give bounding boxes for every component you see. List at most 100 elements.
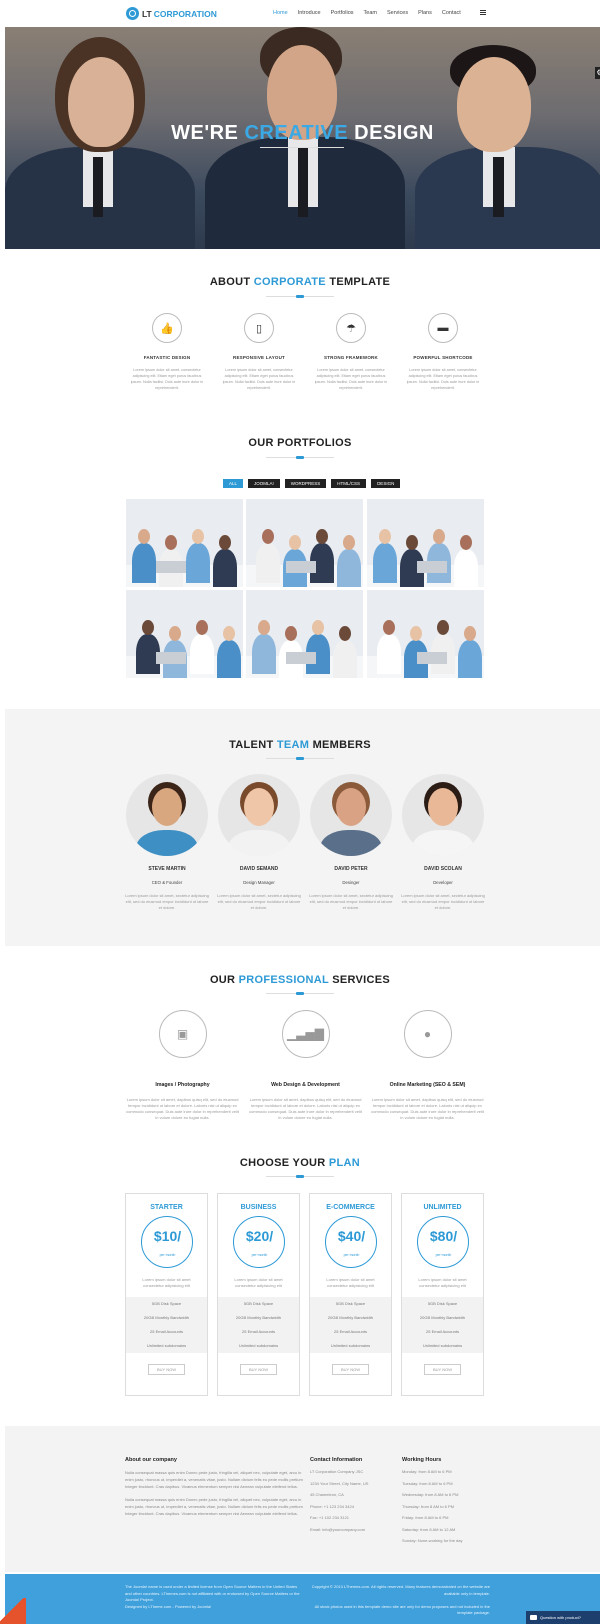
member-shirt	[228, 830, 290, 856]
person-body	[333, 640, 357, 678]
designer-credit-link[interactable]: Designed by LTheme.com - Powered by Joom…	[125, 1604, 211, 1609]
footer-about-heading: About our company	[125, 1457, 177, 1463]
person-head	[406, 535, 418, 550]
feature-text: Lorem ipsum dolor sit amet, consectetur …	[130, 368, 204, 390]
logo[interactable]: LT CORPORATION	[126, 6, 217, 21]
nav-item-home[interactable]: Home	[273, 10, 288, 16]
plan-feature: 25 Email Accounts	[334, 1329, 367, 1334]
person-head	[138, 529, 150, 544]
member-face	[336, 788, 366, 826]
portfolio-image[interactable]	[367, 590, 484, 678]
member-role: CEO & Founder	[151, 880, 183, 885]
buy-now-button[interactable]: BUY NOW	[331, 1364, 370, 1375]
about-section-title: ABOUT CORPORATE TEMPLATE	[0, 276, 600, 288]
hours-line: Friday: from 8 AM to 6 PM	[402, 1515, 449, 1520]
portfolio-filters: ALL JOOMLA! WORDPRESS HTML/CSS DESIGN	[223, 479, 401, 488]
footer-contact-heading: Contact Information	[310, 1457, 363, 1463]
laptop	[156, 561, 186, 573]
portfolio-image[interactable]	[126, 499, 243, 587]
member-shirt	[412, 830, 474, 856]
plan-description: Lorem ipsum dolor sit amet consectetur a…	[142, 1277, 191, 1288]
logo-text-corporation: CORPORATION	[153, 8, 217, 19]
section-divider	[266, 757, 334, 760]
chat-label: Question with product?	[540, 1615, 581, 1620]
service-item: ▁▃▅▇ Web Design & Development Lorem ipsum …	[248, 1010, 363, 1121]
filter-design[interactable]: DESIGN	[371, 479, 401, 488]
nav-item-portfolios[interactable]: Portfolios	[331, 10, 354, 16]
contact-line: Email: info@yourcompany.com	[310, 1526, 366, 1532]
filter-joomla[interactable]: JOOMLA!	[248, 479, 280, 488]
hero-tie	[93, 157, 103, 217]
title-accent: CORPORATE	[253, 276, 326, 288]
portfolio-image[interactable]	[246, 590, 363, 678]
person-head	[165, 535, 177, 550]
nav-item-contact[interactable]: Contact	[442, 10, 461, 16]
footer-contact-list: LT Corporation Company JSC 1234 Your Stre…	[310, 1466, 395, 1535]
footer: About our company Nulla consequat massa …	[5, 1426, 600, 1572]
member-photo[interactable]	[218, 774, 300, 856]
footer-about: About our company Nulla consequat massa …	[125, 1457, 305, 1517]
nav-item-introduce[interactable]: Introduce	[298, 10, 321, 16]
buy-now-button[interactable]: BUY NOW	[423, 1364, 462, 1375]
person-head	[343, 535, 355, 550]
plans-section-title: CHOOSE YOUR PLAN	[0, 1157, 600, 1169]
person-head	[142, 620, 154, 635]
service-text: Lorem ipsum dolor sit amet, dapibus quis…	[371, 1097, 484, 1120]
person-head	[219, 535, 231, 550]
title-post: SERVICES	[332, 974, 391, 986]
member-photo[interactable]	[126, 774, 208, 856]
copyright-text: Copyright © 2013 LThemes.com. All rights…	[311, 1584, 490, 1596]
person-head	[192, 529, 204, 544]
person-head	[379, 529, 391, 544]
plan-feature: 5GB Disk Space	[151, 1301, 182, 1306]
hamburger-menu-icon[interactable]	[480, 10, 486, 15]
section-divider	[266, 456, 334, 459]
feature-text: Lorem ipsum dolor sit amet, consectetur …	[406, 368, 480, 390]
plan-card: UNLIMITED $80/per month Lorem ipsum dolor …	[401, 1193, 484, 1396]
filter-wordpress[interactable]: WORDPRESS	[284, 479, 327, 488]
tablet-icon: ▯	[244, 313, 274, 343]
contact-line: LT Corporation Company JSC	[310, 1469, 364, 1474]
portfolio-image[interactable]	[246, 499, 363, 587]
hours-line: Wednesday: from 8 AM to 6 PM	[402, 1492, 459, 1497]
chat-widget[interactable]: Question with product?	[526, 1611, 600, 1624]
hero-title-pre: WE'RE	[171, 122, 239, 144]
feature-title: STRONG FRAMEWORK	[324, 355, 378, 360]
member-face	[428, 788, 458, 826]
title-post: PORTFOLIOS	[277, 437, 352, 449]
footer-contact: Contact Information LT Corporation Compa…	[310, 1457, 395, 1535]
team-member: DAVID SCOLAN Developer Lorem ipsum dolor s…	[401, 774, 485, 911]
member-photo[interactable]	[402, 774, 484, 856]
filter-all[interactable]: ALL	[223, 479, 244, 488]
portfolio-image[interactable]	[126, 590, 243, 678]
filter-htmlcss[interactable]: HTML/CSS	[331, 479, 367, 488]
portfolio-image[interactable]	[367, 499, 484, 587]
chat-icon	[530, 1615, 537, 1620]
buy-now-button[interactable]: BUY NOW	[239, 1364, 278, 1375]
title-accent: PROFESSIONAL	[238, 974, 329, 986]
contact-line: 45 Chameleon, CA	[310, 1492, 344, 1497]
plan-feature: Unlimited subdomains	[238, 1343, 279, 1348]
feature-text: Lorem ipsum dolor sit amet, consectetur …	[222, 368, 296, 390]
person-body	[377, 634, 401, 674]
feature-title: RESPONSIVE LAYOUT	[233, 355, 285, 360]
contact-line: Fax: +1 102 234 3121	[310, 1515, 350, 1520]
plan-feature: 5GB Disk Space	[335, 1301, 366, 1306]
feature-item: 👍 FANTASTIC DESIGN Lorem ipsum dolor sit a…	[127, 313, 207, 391]
buy-now-button[interactable]: BUY NOW	[147, 1364, 186, 1375]
person-body	[252, 634, 276, 674]
title-post: MEMBERS	[312, 739, 371, 751]
plan-feature: Unlimited subdomains	[330, 1343, 371, 1348]
nav-item-plans[interactable]: Plans	[418, 10, 432, 16]
nav-item-services[interactable]: Services	[387, 10, 408, 16]
footer-copyright: Copyright © 2013 LThemes.com. All rights…	[310, 1584, 490, 1617]
nav-item-team[interactable]: Team	[364, 10, 377, 16]
footer-bottom-bar: The Joomla! name is used under a limited…	[5, 1574, 600, 1624]
settings-gear-icon[interactable]: ⚙	[595, 67, 600, 79]
service-title: Images / Photography	[155, 1082, 210, 1088]
title-pre: CHOOSE YOUR	[239, 1157, 326, 1169]
person-head	[262, 529, 274, 544]
corner-ribbon[interactable]	[0, 1598, 26, 1624]
member-photo[interactable]	[310, 774, 392, 856]
laptop	[417, 652, 447, 664]
